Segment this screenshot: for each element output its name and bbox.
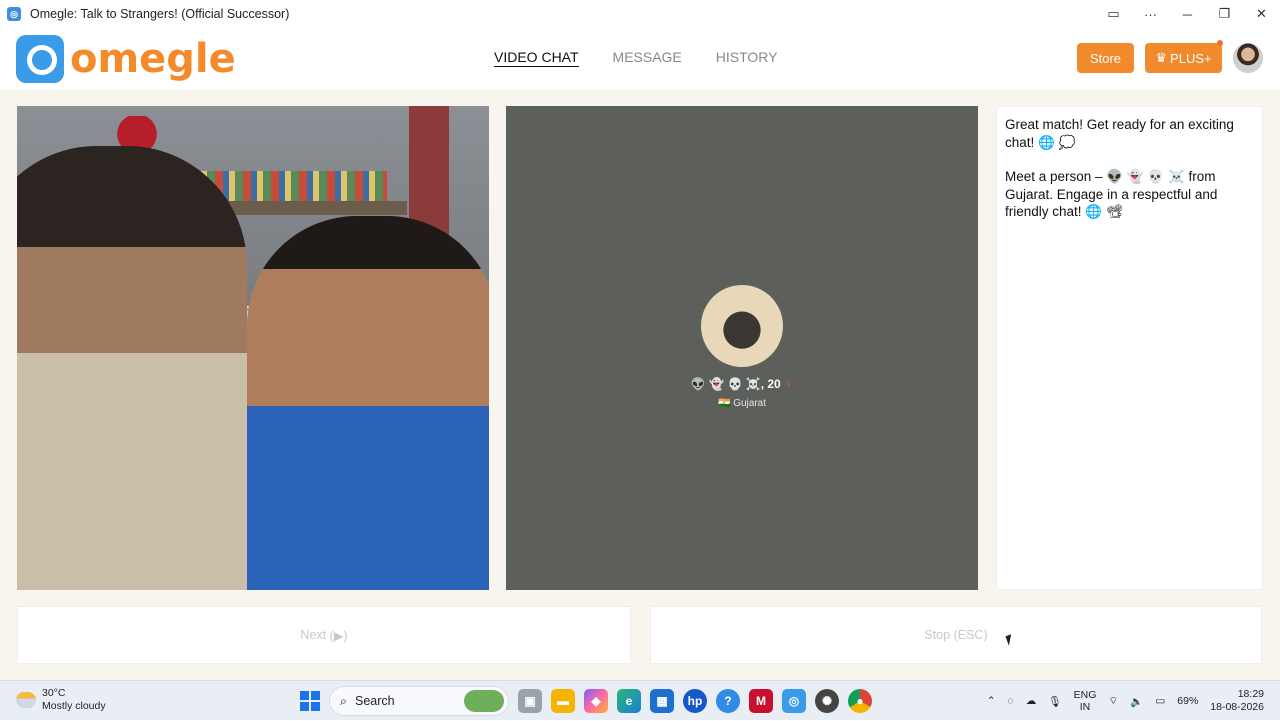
taskbar-apps: ⌕ Search ▣ ▬ ◆ e ▦ hp ? M ◎ ✺ ● [300, 686, 872, 716]
window-title: Omegle: Talk to Strangers! (Official Suc… [30, 7, 290, 21]
omegle-logo[interactable]: omegle [16, 35, 236, 83]
taskbar-search-label: Search [355, 694, 395, 708]
female-icon: ♀ [784, 377, 794, 391]
nav-message[interactable]: MESSAGE [613, 49, 682, 67]
store-button[interactable]: Store [1077, 43, 1134, 73]
stop-shortcut-hint: (ESC) [953, 628, 988, 642]
plus-button-label: PLUS+ [1170, 50, 1212, 66]
help-icon[interactable]: ? [716, 689, 740, 713]
taskbar: 30°C Mostly cloudy ⌕ Search ▣ ▬ ◆ e ▦ hp… [0, 680, 1280, 720]
copilot-icon[interactable]: ◆ [584, 689, 608, 713]
battery-percent: 69% [1177, 695, 1199, 707]
video-person [247, 216, 489, 590]
start-windows-icon[interactable] [300, 691, 320, 711]
title-bar: ◎ Omegle: Talk to Strangers! (Official S… [0, 0, 1280, 28]
language-line-2: IN [1079, 701, 1091, 713]
clock-date: 18-08-2026 [1210, 701, 1264, 713]
onedrive-icon[interactable]: ◌ [1008, 695, 1014, 707]
stop-button-label: Stop [924, 628, 951, 642]
stranger-avatar [701, 285, 783, 367]
chevron-up-icon[interactable]: ⌃ [987, 695, 996, 707]
weather-desc: Mostly cloudy [42, 700, 106, 712]
site-header: omegle VIDEO CHAT MESSAGE HISTORY Store … [0, 28, 1280, 90]
store-app-icon[interactable]: ▦ [650, 689, 674, 713]
stranger-info: 👽 👻 💀 ☠️, 20 ♀ [506, 377, 978, 391]
camera-icon[interactable]: ▭ [1095, 6, 1132, 22]
task-view-icon[interactable]: ▣ [518, 689, 542, 713]
close-button[interactable]: ✕ [1243, 6, 1280, 22]
remote-video-feed: 👽 👻 💀 ☠️, 20 ♀ 🇮🇳 Gujarat [506, 106, 978, 590]
system-tray: ⌃ ◌ ☁ 🎙 ENG IN ⌔ 🔈 ▭ 69% 18:29 18-08-202… [987, 681, 1280, 721]
video-person [17, 146, 247, 590]
search-highlight-image [464, 690, 504, 712]
main-area: 👽 👻 💀 ☠️, 20 ♀ 🇮🇳 Gujarat Great match! G… [0, 90, 1280, 680]
hp-icon[interactable]: hp [683, 689, 707, 713]
chatgpt-icon[interactable]: ✺ [815, 689, 839, 713]
clock[interactable]: 18:29 18-08-2026 [1210, 688, 1264, 714]
logo-mark-icon [16, 35, 64, 83]
edge-browser-icon[interactable]: e [617, 689, 641, 713]
user-avatar[interactable] [1233, 43, 1263, 73]
window-controls: ▭ ··· ─ ❐ ✕ [1095, 0, 1280, 28]
crown-icon: ♛ [1155, 50, 1168, 65]
next-shortcut-hint: (▶) [329, 628, 348, 643]
plus-button[interactable]: ♛ PLUS+ [1145, 43, 1222, 73]
clock-time: 18:29 [1237, 688, 1264, 700]
more-icon[interactable]: ··· [1132, 7, 1169, 22]
notification-dot [1217, 40, 1223, 46]
volume-icon[interactable]: 🔈 [1130, 695, 1143, 708]
minimize-button[interactable]: ─ [1169, 7, 1206, 22]
stranger-location: 🇮🇳 Gujarat [506, 398, 978, 409]
chrome-icon[interactable]: ● [848, 689, 872, 713]
stop-button[interactable]: Stop (ESC) [650, 606, 1262, 664]
nav-video-chat[interactable]: VIDEO CHAT [494, 49, 579, 67]
weather-temp: 30°C [42, 687, 66, 699]
restore-button[interactable]: ❐ [1206, 6, 1243, 22]
search-icon: ⌕ [340, 693, 348, 708]
stranger-age: , 20 [760, 377, 781, 391]
app-icon: ◎ [7, 7, 21, 21]
taskbar-search[interactable]: ⌕ Search [329, 686, 509, 716]
main-nav: VIDEO CHAT MESSAGE HISTORY [494, 49, 778, 67]
weather-widget[interactable]: 30°C Mostly cloudy [16, 687, 106, 713]
wifi-icon[interactable]: ⌔ [1108, 694, 1118, 708]
chat-message: Great match! Get ready for an exciting c… [1005, 117, 1234, 150]
language-line-1: ENG [1073, 689, 1097, 701]
stranger-emoji-tags: 👽 👻 💀 ☠️ [690, 377, 761, 391]
india-flag-icon: 🇮🇳 [717, 398, 731, 409]
nav-history[interactable]: HISTORY [716, 49, 778, 67]
omegle-app-icon[interactable]: ◎ [782, 689, 806, 713]
next-button[interactable]: Next (▶) [17, 606, 631, 664]
chat-message: Meet a person – 👽 👻 💀 ☠️ from Gujarat. E… [1005, 169, 1218, 219]
battery-icon[interactable]: ▭ [1155, 695, 1165, 707]
microphone-icon[interactable]: 🎙 [1048, 695, 1061, 708]
meet-now-icon[interactable]: ☁ [1026, 695, 1037, 707]
mcafee-icon[interactable]: M [749, 689, 773, 713]
language-indicator[interactable]: ENG IN [1074, 689, 1097, 713]
chat-panel: Great match! Get ready for an exciting c… [996, 106, 1263, 590]
logo-wordmark: omegle [70, 36, 236, 82]
file-explorer-icon[interactable]: ▬ [551, 689, 575, 713]
cloudy-weather-icon [16, 692, 36, 708]
stranger-location-label: Gujarat [733, 398, 767, 409]
local-video-feed [17, 106, 489, 590]
next-button-label: Next [300, 628, 327, 642]
